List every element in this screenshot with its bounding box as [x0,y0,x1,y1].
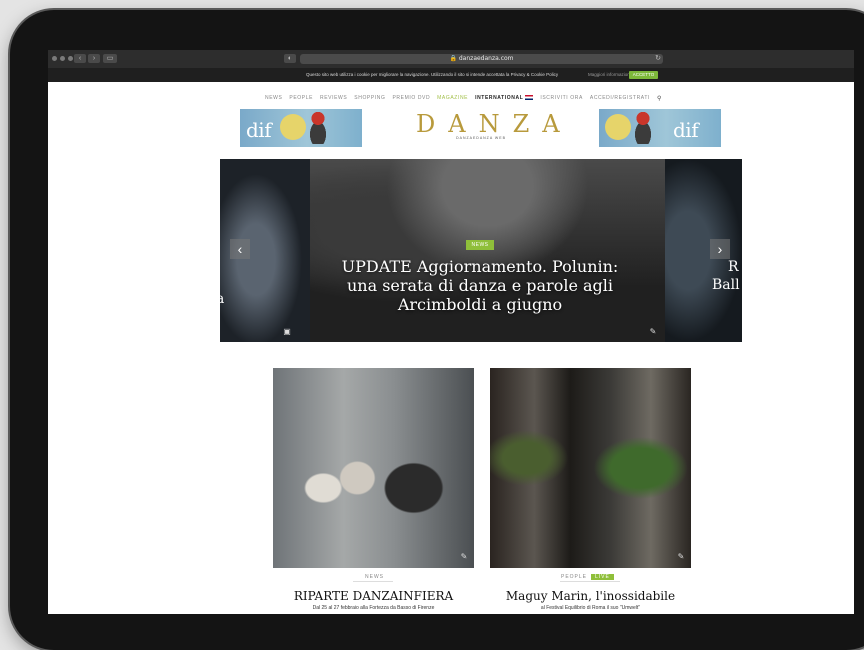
hero-next-fragment-2: Ball [712,277,740,293]
hero-next-fragment-1: R [728,259,739,275]
hero-category-badge[interactable]: NEWS [466,240,494,250]
reader-icon[interactable]: ◐ [284,54,296,63]
back-icon[interactable]: ‹ [74,54,86,63]
hero-next-arrow[interactable]: › [710,239,730,259]
ad-left-dancer-image [304,112,332,144]
url-text: danzaedanza.com [458,55,514,62]
ad-right-text: dif [673,118,699,142]
uk-flag-icon [525,95,534,101]
card-divider-1 [353,581,393,582]
hero-next-slide-image [665,159,742,342]
hero-prev-fragment: a [220,291,225,307]
pen-icon: ✎ [460,552,468,561]
card-subtitle-2: al Festival Equilibrio di Roma il suo "U… [540,605,641,611]
nav-item-iscriviti[interactable]: ISCRIVITI ORA [540,95,583,101]
nav-item-international-label: INTERNATIONAL [475,95,524,101]
nav-item-shopping[interactable]: SHOPPING [354,95,385,101]
nav-item-reviews[interactable]: REVIEWS [320,95,347,101]
browser-toolbar: ‹ › ▭ ◐ 🔒 danzaedanza.com ↻ [48,50,854,68]
cookie-banner: Questo sito web utilizza i cookie per mi… [48,68,854,82]
nav-item-international[interactable]: INTERNATIONAL [475,95,534,101]
card-tags-2: PEOPLE LIVE [561,574,614,580]
card-subtitle-1: Dal 25 al 27 febbraio alla Fortezza da B… [312,605,435,611]
ad-left-badge [280,114,306,140]
zoom-window-icon[interactable] [68,56,73,61]
ad-left-text: dif [246,118,272,142]
minimize-window-icon[interactable] [60,56,65,61]
card-divider-2 [560,581,620,582]
gallery-icon: ▣ [283,327,291,336]
cookie-accept-button[interactable]: ACCETTO [629,71,658,79]
card-image-1[interactable]: ✎ [273,368,474,568]
ad-banner-right[interactable]: dif [599,109,721,147]
cookie-text: Questo sito web utilizza i cookie per mi… [306,72,559,77]
card-tag-2[interactable]: PEOPLE [561,574,587,580]
nav-item-premio-dvd[interactable]: PREMIO DVD [393,95,431,101]
lock-icon: 🔒 [449,55,457,62]
hero-slider[interactable]: a R Ball NEWS UPDATE Aggiornamento. Polu… [220,159,742,342]
ad-right-badge [605,114,631,140]
hero-current-slide-image [310,159,665,342]
nav-item-accedi[interactable]: ACCEDI/REGISTRATI [590,95,650,101]
forward-icon[interactable]: › [88,54,100,63]
site-nav: NEWS PEOPLE REVIEWS SHOPPING PREMIO DVD … [265,93,725,103]
pen-icon: ✎ [677,552,685,561]
close-window-icon[interactable] [52,56,57,61]
address-bar[interactable]: 🔒 danzaedanza.com [300,54,663,64]
search-icon[interactable]: ⚲ [657,95,662,102]
cookie-more-link[interactable]: Maggiori informazioni [588,68,631,82]
ad-right-dancer-image [629,112,657,144]
card-image-2[interactable]: ✎ [490,368,691,568]
card-title-1[interactable]: RIPARTE DANZAINFIERA [273,589,474,603]
sidebar-icon[interactable]: ▭ [103,54,117,63]
pen-icon: ✎ [649,327,657,336]
browser-screen: ‹ › ▭ ◐ 🔒 danzaedanza.com ↻ Questo sito … [48,50,854,614]
nav-item-magazine[interactable]: MAGAZINE [437,95,468,101]
hero-prev-arrow[interactable]: ‹ [230,239,250,259]
nav-item-news[interactable]: NEWS [265,95,282,101]
window-controls [52,56,73,61]
ad-banner-left[interactable]: dif [240,109,362,147]
reload-icon[interactable]: ↻ [654,54,662,63]
card-badge-2[interactable]: LIVE [591,574,614,580]
card-tag-1[interactable]: NEWS [365,574,384,580]
hero-title[interactable]: UPDATE Aggiornamento. Polunin: una serat… [330,257,630,314]
site-logo[interactable]: DANZA DANZAEDANZA WEB [406,110,573,144]
logo-word: DANZA [416,110,573,138]
card-title-2[interactable]: Maguy Marin, l'inossidabile [490,589,691,603]
nav-item-people[interactable]: PEOPLE [289,95,313,101]
